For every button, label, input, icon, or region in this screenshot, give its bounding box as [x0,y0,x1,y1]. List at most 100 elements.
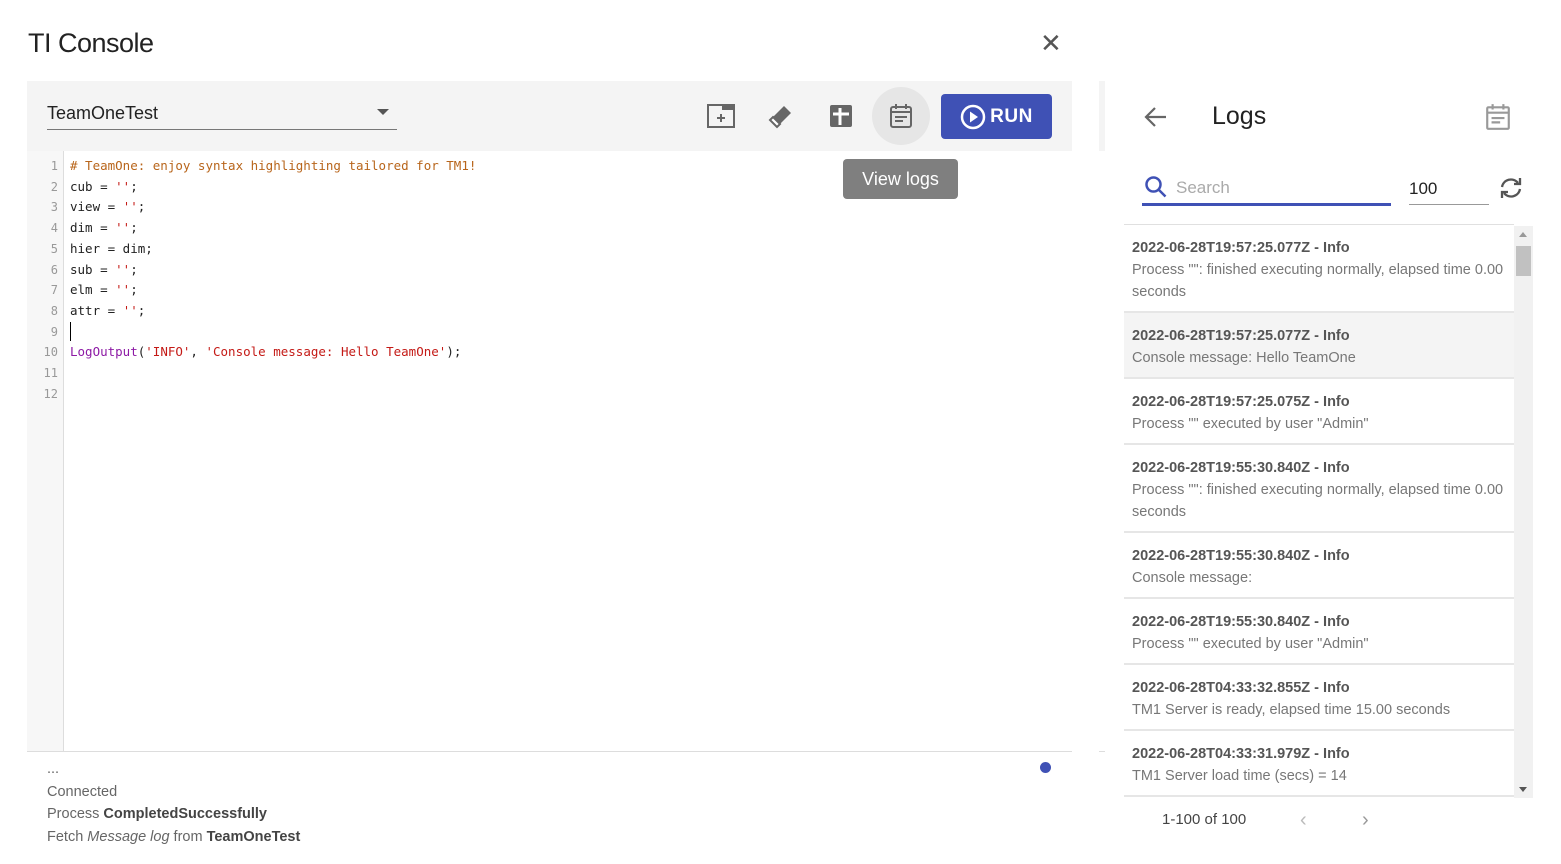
run-button[interactable]: RUN [941,94,1052,139]
status-indicator [1040,762,1051,773]
code-token: ; [130,261,138,277]
status-process: Process CompletedSuccessfully [47,803,300,826]
count-field [1409,176,1489,205]
fetch-target: TeamOneTest [206,828,301,845]
line-gutter: 1 2 3 4 5 6 7 8 9 10 11 12 [27,151,64,751]
chevron-left-icon[interactable]: ‹ [1300,809,1307,832]
code-token: ; [130,178,138,194]
code-token: view = [70,199,123,215]
log-header: 2022-06-28T19:57:25.077Z - Info [1132,328,1350,344]
line-number: 7 [50,283,58,298]
line-number: 5 [50,241,58,256]
run-label: RUN [990,105,1033,127]
log-item[interactable]: 2022-06-28T04:33:32.855Z - Info TM1 Serve… [1124,665,1514,731]
line-number: 11 [43,366,58,380]
plus-box-icon [830,105,852,127]
scroll-up-icon[interactable] [1519,232,1527,237]
add-box-icon [707,104,735,128]
code-token: ; [137,302,146,318]
code-line: sub = ''; [70,262,138,277]
divider [1099,751,1105,752]
scrollbar[interactable] [1514,226,1533,798]
process-state: CompletedSuccessfully [103,806,267,822]
logs-title: Logs [1212,102,1267,130]
log-message: Process "" executed by user "Admin" [1132,636,1369,652]
log-item[interactable]: 2022-06-28T04:33:31.979Z - Info TM1 Serve… [1124,731,1514,797]
process-select[interactable]: TeamOneTest [47,101,397,130]
search-field [1142,172,1391,206]
code-token: 'INFO' [145,344,191,360]
status-log: ... Connected Process CompletedSuccessfu… [47,758,300,848]
scrollbar-thumb[interactable] [1516,246,1531,276]
back-arrow-icon[interactable] [1143,104,1169,135]
code-token: '' [115,178,131,194]
code-line: elm = ''; [70,282,138,297]
panel-divider [1099,81,1105,151]
line-number: 10 [43,345,58,360]
process-select-value: TeamOneTest [47,103,159,123]
code-token: '' [115,282,131,298]
code-token: , [190,344,206,360]
eraser-icon [768,106,791,129]
status-text: Fetch [47,828,88,845]
code-token: dim = [70,220,116,236]
line-number: 4 [50,221,58,236]
search-icon [1145,176,1167,198]
toolbar: TeamOneTest RUN [27,81,1072,151]
log-header: 2022-06-28T19:55:30.840Z - Info [1132,614,1350,630]
code-line: # TeamOne: enjoy syntax highlighting tai… [70,158,476,173]
code-editor[interactable]: 1 2 3 4 5 6 7 8 9 10 11 12 # TeamOne: enjoy syntax … [27,151,1072,751]
line-number: 3 [50,200,58,215]
status-connected: Connected [47,783,118,800]
log-item[interactable]: 2022-06-28T19:57:25.077Z - Info Process "… [1124,225,1514,313]
code-token: '' [115,220,131,236]
text-cursor [70,322,71,341]
code-token: LogOutput [70,344,138,360]
dialog-title: TI Console [28,28,154,58]
log-item[interactable]: 2022-06-28T19:55:30.840Z - Info Process "… [1124,599,1514,665]
log-message: Process "": finished executing normally,… [1132,482,1504,520]
view-logs-button[interactable] [872,87,930,145]
log-message: Process "" executed by user "Admin" [1132,416,1369,432]
code-line: dim = ''; [70,220,138,235]
code-token: '' [122,199,138,215]
clear-button[interactable] [752,87,810,145]
refresh-icon[interactable] [1498,176,1524,205]
line-number: 1 [50,159,58,173]
code-token: cub = [70,178,116,194]
log-message: Console message: Hello TeamOne [1132,350,1356,366]
code-token: attr = [70,302,123,318]
line-number: 8 [50,303,58,318]
code-token: 'Console message: Hello TeamOne' [205,344,447,360]
chevron-right-icon[interactable]: › [1362,809,1369,832]
log-header: 2022-06-28T04:33:31.979Z - Info [1132,746,1350,762]
pagination-range: 1-100 of 100 [1162,811,1247,828]
code-token: sub = [70,261,116,277]
code-token: '' [115,261,131,277]
new-process-button[interactable] [692,87,750,145]
log-message: TM1 Server is ready, elapsed time 15.00 … [1132,702,1451,718]
log-list: 2022-06-28T19:57:25.077Z - Info Process "… [1124,224,1514,798]
code-line: cub = ''; [70,179,138,194]
count-input[interactable] [1409,176,1487,199]
log-item[interactable]: 2022-06-28T19:57:25.077Z - Info Console m… [1124,313,1514,379]
calendar-log-icon [890,104,912,128]
log-item[interactable]: 2022-06-28T19:55:30.840Z - Info Console m… [1124,533,1514,599]
insert-button[interactable] [812,87,870,145]
log-header: 2022-06-28T19:57:25.075Z - Info [1132,394,1350,410]
play-circle-icon [960,104,986,129]
line-number: 2 [50,179,58,194]
code-line: attr = ''; [70,303,145,318]
log-item[interactable]: 2022-06-28T19:55:30.840Z - Info Process "… [1124,445,1514,533]
code-token: '' [122,302,138,318]
log-item[interactable]: 2022-06-28T19:57:25.075Z - Info Process "… [1124,379,1514,445]
close-icon[interactable]: ✕ [1040,28,1062,59]
status-text: from [169,828,207,845]
scroll-down-icon[interactable] [1519,787,1527,792]
log-header: 2022-06-28T19:55:30.840Z - Info [1132,548,1350,564]
code-line: hier = dim; [70,241,153,256]
log-header: 2022-06-28T19:55:30.840Z - Info [1132,460,1350,476]
log-header: 2022-06-28T04:33:32.855Z - Info [1132,680,1350,696]
code-token: # TeamOne: enjoy syntax highlighting tai… [70,158,477,173]
search-input[interactable] [1176,178,1386,198]
